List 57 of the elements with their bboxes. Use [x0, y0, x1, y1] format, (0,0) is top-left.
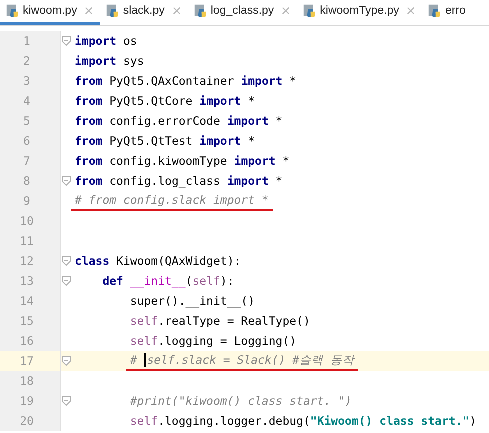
fold-marker-icon[interactable] [62, 256, 70, 266]
close-icon[interactable] [407, 7, 416, 15]
code-line: def __init__(self): [102, 273, 236, 289]
line-number: 15 [20, 314, 34, 328]
line-number: 10 [20, 214, 34, 228]
code-line: super().__init__() [129, 293, 256, 309]
line-number: 7 [24, 154, 30, 168]
file-tab[interactable]: kiwoom.py [0, 0, 100, 25]
code-line: self.realType = RealType() [129, 313, 312, 329]
line-number: 9 [24, 194, 30, 208]
line-number: 20 [20, 414, 34, 428]
code-line: # self.slack = Slack() #슬랙 동작 [126, 352, 358, 370]
line-number: 18 [20, 374, 34, 388]
python-file-icon [194, 4, 208, 18]
code-line: #print("kiwoom() class start. ") [129, 393, 353, 409]
code-line: import os [74, 33, 138, 49]
line-number: 5 [24, 114, 30, 128]
code-line: from PyQt5.QtTest import * [74, 133, 256, 149]
code-line: from PyQt5.QtCore import * [74, 93, 256, 109]
code-line: from PyQt5.QAxContainer import * [74, 73, 298, 89]
line-number: 3 [24, 74, 30, 88]
code-line: # from config.slack import * [71, 192, 273, 210]
close-icon[interactable] [85, 7, 94, 15]
close-icon[interactable] [172, 7, 181, 15]
fold-marker-icon[interactable] [62, 356, 70, 366]
line-number: 6 [24, 134, 30, 148]
code-line: from config.errorCode import * [74, 113, 284, 129]
close-icon[interactable] [282, 7, 290, 15]
line-number: 8 [24, 174, 30, 188]
code-line: self.logging = Logging() [129, 333, 298, 349]
line-number: 14 [20, 294, 34, 308]
file-tab[interactable]: log_class.py [188, 0, 298, 25]
code-line: import sys [74, 53, 146, 69]
file-tab[interactable]: kiwoomType.py [297, 0, 422, 25]
line-number: 2 [24, 54, 30, 68]
line-number: 19 [20, 394, 34, 408]
file-tab[interactable]: erro [422, 0, 466, 25]
line-number: 1 [24, 34, 30, 48]
line-number: 13 [20, 274, 34, 288]
line-number: 4 [24, 94, 30, 108]
python-file-icon [106, 4, 120, 18]
code-line: from config.log_class import * [74, 173, 284, 189]
fold-marker-icon[interactable] [62, 176, 70, 186]
line-number: 12 [20, 254, 34, 268]
code-line: from config.kiwoomType import * [74, 153, 291, 169]
python-file-icon [6, 4, 20, 18]
code-line: self.logging.logger.debug("Kiwoom() class start.") [129, 413, 478, 429]
line-number: 16 [20, 334, 34, 348]
file-tab[interactable]: slack.py [100, 0, 188, 25]
line-number: 11 [20, 234, 34, 248]
fold-marker-icon[interactable] [62, 396, 70, 406]
fold-marker-icon[interactable] [62, 276, 70, 286]
python-file-icon [303, 4, 318, 18]
fold-marker-icon[interactable] [62, 36, 70, 46]
code-line: class Kiwoom(QAxWidget): [74, 253, 242, 269]
line-number: 17 [20, 354, 34, 368]
python-file-icon [428, 4, 442, 18]
